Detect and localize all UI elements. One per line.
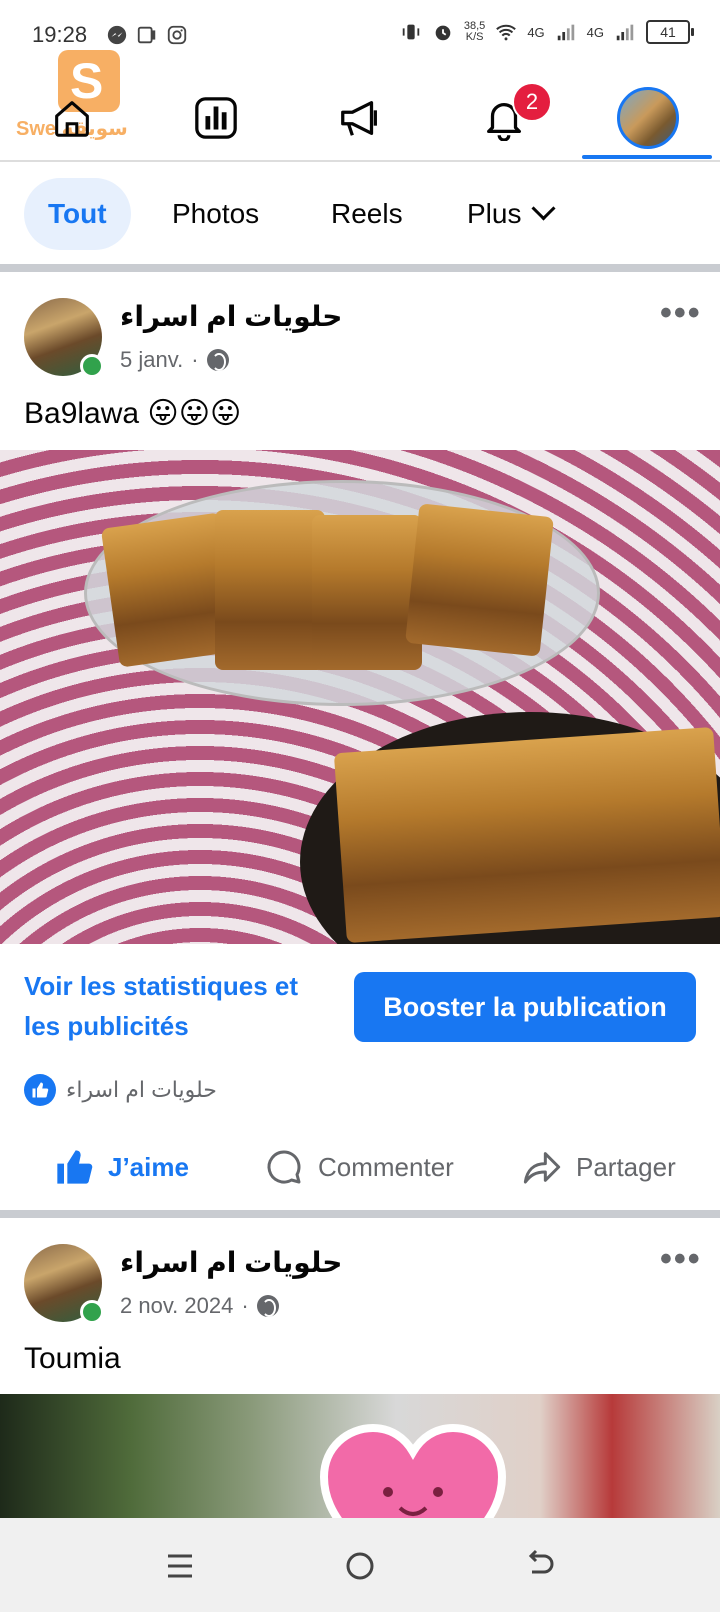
- baklava-piece: [215, 510, 325, 670]
- nav-notifications[interactable]: 2: [432, 76, 576, 160]
- post-date[interactable]: 5 janv.: [120, 347, 183, 373]
- instagram-icon: [167, 25, 187, 45]
- filter-tab-tout[interactable]: Tout: [24, 178, 131, 250]
- system-navigation-bar: [0, 1518, 720, 1612]
- chevron-down-icon: [531, 196, 556, 221]
- post-text: Ba9lawa 😛😛😛: [24, 397, 242, 430]
- status-right-icons: 38,5 K/S 4G 4G 41: [400, 20, 694, 44]
- like-label: J’aime: [108, 1151, 189, 1182]
- post-date[interactable]: 2 nov. 2024: [120, 1293, 233, 1319]
- online-indicator: [80, 354, 104, 378]
- reactions-summary[interactable]: حلويات ام اسراء: [24, 1074, 217, 1106]
- alarm-icon: [435, 25, 451, 41]
- signal-bars-icon: [557, 24, 574, 41]
- active-tab-indicator: [582, 155, 712, 159]
- top-navigation: 2: [0, 76, 720, 162]
- like-button[interactable]: J’aime: [54, 1130, 189, 1204]
- filter-tab-photos[interactable]: Photos: [172, 178, 259, 250]
- post-author-name[interactable]: حلويات ام اسراء: [120, 300, 342, 333]
- section-divider: [0, 264, 720, 272]
- post-author-name[interactable]: حلويات ام اسراء: [120, 1246, 342, 1279]
- home-icon: [55, 101, 89, 137]
- wifi-icon: [496, 24, 517, 41]
- nav-profile[interactable]: [576, 76, 720, 160]
- boost-post-button[interactable]: Booster la publication: [354, 972, 696, 1042]
- baklava-piece: [312, 515, 422, 670]
- filter-tab-plus-label: Plus: [467, 198, 522, 229]
- share-icon: [523, 1152, 561, 1184]
- vibrate-icon: [402, 24, 420, 40]
- signal-label-1: 4G: [527, 24, 545, 40]
- nav-ads[interactable]: [288, 76, 432, 160]
- nav-dashboard[interactable]: [144, 76, 288, 160]
- notification-badge: 2: [512, 82, 552, 122]
- profile-avatar: [617, 87, 679, 149]
- filter-tab-plus[interactable]: Plus: [467, 178, 556, 250]
- share-label: Partager: [576, 1151, 676, 1182]
- megaphone-icon: [341, 101, 377, 136]
- nav-home[interactable]: [0, 76, 144, 160]
- dashboard-chart-icon: [195, 97, 237, 139]
- post-options-button[interactable]: •••: [660, 1240, 702, 1279]
- comment-label: Commenter: [318, 1151, 454, 1182]
- post-options-button[interactable]: •••: [660, 294, 702, 333]
- post-photo[interactable]: [0, 1394, 720, 1518]
- section-divider: [0, 1210, 720, 1218]
- online-indicator: [80, 1300, 104, 1324]
- battery-indicator: 41: [646, 20, 694, 44]
- filter-tab-reels[interactable]: Reels: [331, 178, 403, 250]
- view-stats-link[interactable]: Voir les statistiques et les publicités: [24, 966, 334, 1046]
- home-circle-icon[interactable]: [340, 1546, 380, 1586]
- post-actions: J’aime Commenter Partager: [0, 1130, 720, 1204]
- globe-icon: [256, 1295, 279, 1317]
- filter-tabs: Tout Photos Reels Plus: [0, 160, 720, 264]
- thumbs-up-icon: [57, 1150, 93, 1184]
- post-meta: 5 janv. ·: [120, 347, 229, 373]
- back-icon[interactable]: [520, 1546, 560, 1586]
- post-text: Toumia: [24, 1342, 121, 1375]
- globe-icon: [206, 349, 229, 371]
- recent-apps-icon[interactable]: [160, 1546, 200, 1586]
- signal-bars-icon: [616, 24, 634, 41]
- meta-separator: ·: [241, 1293, 249, 1318]
- comment-button[interactable]: Commenter: [264, 1130, 454, 1204]
- heart-sticker-icon: [319, 1423, 507, 1518]
- share-button[interactable]: Partager: [522, 1130, 676, 1204]
- signal-label-2: 4G: [586, 24, 604, 40]
- reactions-text: حلويات ام اسراء: [66, 1077, 217, 1102]
- baklava-piece: [405, 503, 554, 657]
- post-photo[interactable]: [0, 450, 720, 944]
- post-meta: 2 nov. 2024 ·: [120, 1293, 279, 1319]
- net-speed: 38,5 K/S: [463, 20, 486, 43]
- comment-icon: [267, 1150, 301, 1184]
- like-reaction-icon: [24, 1074, 56, 1106]
- baklava-piece-large: [333, 726, 720, 944]
- meta-separator: ·: [191, 347, 199, 372]
